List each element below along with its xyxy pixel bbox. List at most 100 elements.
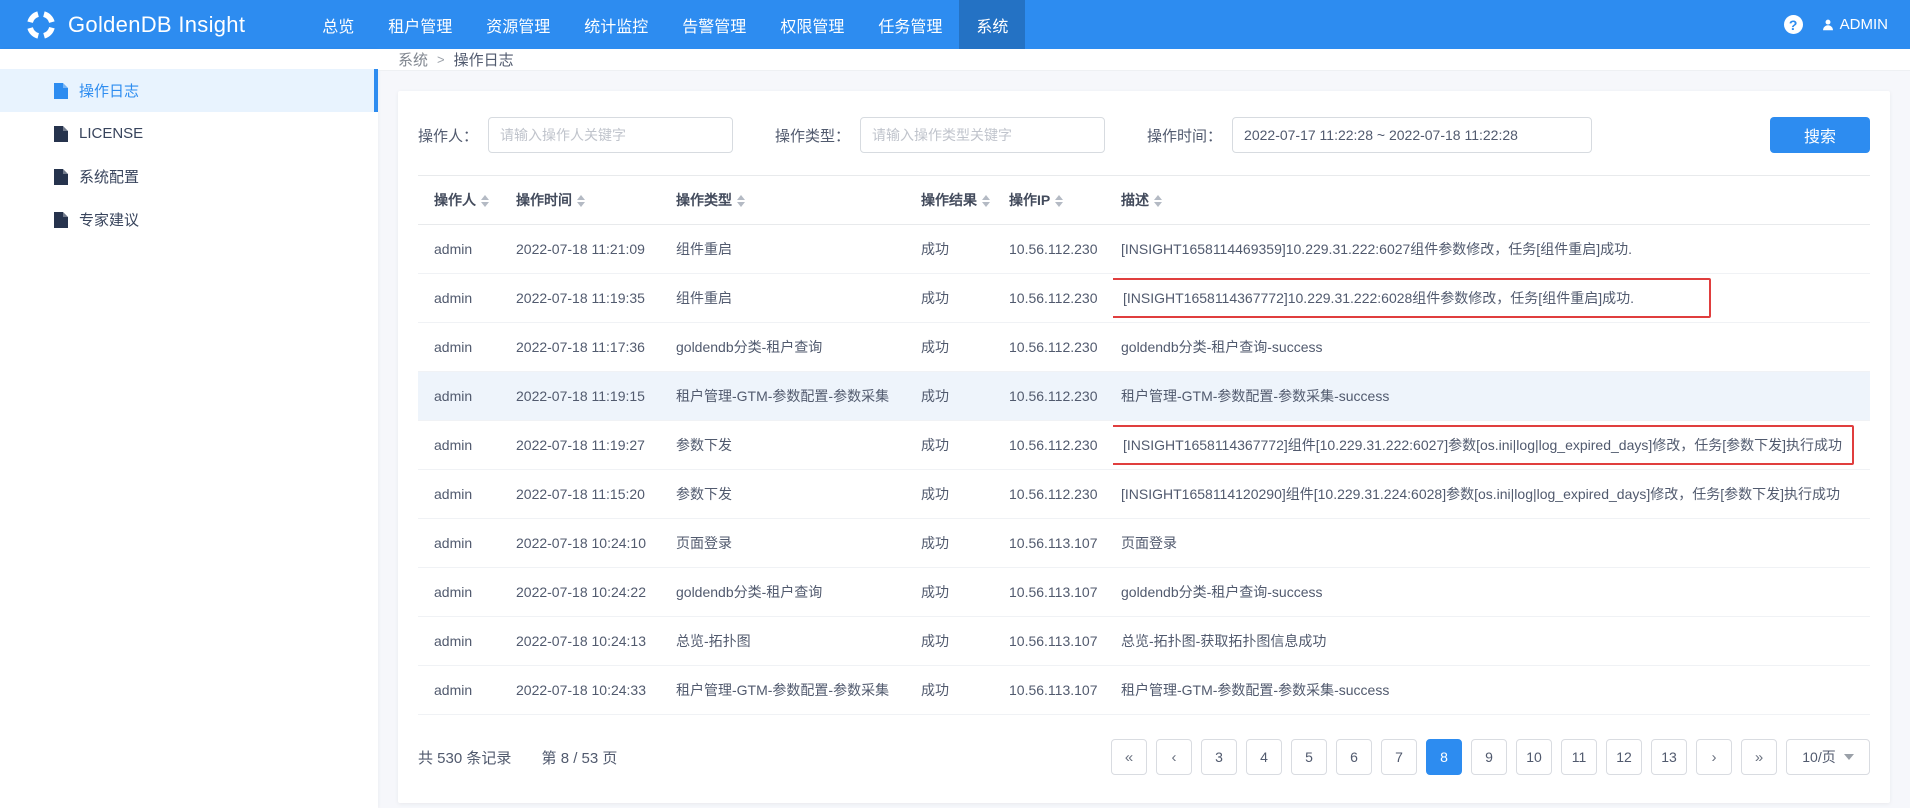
cell-ip: 10.56.112.230 [1001,322,1113,372]
cell-ip: 10.56.113.107 [1001,518,1113,568]
brand-name: GoldenDB Insight [68,11,246,37]
pagination: «‹ 3 4 5 6 7 8 9 10 11 12 13 ›» 10/页 [1111,739,1870,775]
search-button[interactable]: 搜索 [1770,117,1870,153]
cell-time: 2022-07-18 10:24:22 [508,567,668,617]
help-icon[interactable]: ? [1783,15,1803,34]
pagination-page-4[interactable]: 4 [1246,739,1282,775]
pagination-jump-prev[interactable]: « [1111,739,1147,775]
type-input[interactable] [860,117,1106,153]
table-row[interactable]: admin 2022-07-18 10:24:33 租户管理-GTM-参数配置-参数… [418,665,1870,715]
table-row[interactable]: admin 2022-07-18 10:24:10 页面登录 成功 10.56.113.… [418,518,1870,568]
column-label: 描述 [1121,192,1149,208]
pagination-page-12[interactable]: 12 [1606,739,1642,775]
nav-item-task-mgmt[interactable]: 任务管理 [861,0,959,49]
table-row[interactable]: admin 2022-07-18 11:21:09 组件重启 成功 10.56.112.… [418,224,1870,274]
cell-operator: admin [418,322,508,372]
table-row[interactable]: admin 2022-07-18 11:19:35 组件重启 成功 10.56.112.… [418,273,1870,323]
sidebar-item-expert-advice[interactable]: 专家建议 [0,198,378,241]
cell-desc: 页面登录 [1113,518,1870,568]
cell-result: 成功 [913,518,1001,568]
nav-item-overview[interactable]: 总览 [305,0,371,49]
pagination-page-9[interactable]: 9 [1471,739,1507,775]
cell-operator: admin [418,420,508,470]
type-filter: 操作类型： [775,117,1106,153]
pagination-page-7[interactable]: 7 [1381,739,1417,775]
cell-type: goldendb分类-租户查询 [668,322,913,372]
cell-desc: 租户管理-GTM-参数配置-参数采集-success [1113,665,1870,715]
cell-type: goldendb分类-租户查询 [668,567,913,617]
pagination-page-6[interactable]: 6 [1336,739,1372,775]
cell-operator: admin [418,371,508,421]
nav-item-permission-mgmt[interactable]: 权限管理 [763,0,861,49]
pagination-prev[interactable]: ‹ [1156,739,1192,775]
cell-type: 总览-拓扑图 [668,616,913,666]
table-row[interactable]: admin 2022-07-18 11:19:15 租户管理-GTM-参数配置-参数… [418,371,1870,421]
cell-operator: admin [418,273,508,323]
cell-time: 2022-07-18 10:24:10 [508,518,668,568]
record-summary: 共 530 条记录 第 8 / 53 页 [418,747,643,768]
nav-item-system[interactable]: 系统 [959,0,1026,49]
table-row[interactable]: admin 2022-07-18 11:15:20 参数下发 成功 10.56.112.… [418,469,1870,519]
cell-time: 2022-07-18 11:19:27 [508,420,668,470]
operation-log-table: 操作人 操作时间 操作类型 操作结果 操作IP 描述 admin 2022-07-18 11… [418,175,1870,715]
topbar-right: ? ADMIN [1783,15,1888,34]
sidebar-item-license[interactable]: LICENSE [0,112,378,155]
sort-icon[interactable] [1154,195,1162,208]
column-label: 操作类型 [676,192,732,208]
sort-icon[interactable] [982,195,990,208]
column-header-time[interactable]: 操作时间 [508,175,668,225]
pagination-page-3[interactable]: 3 [1201,739,1237,775]
sort-icon[interactable] [1055,195,1064,208]
sort-icon[interactable] [737,195,745,208]
cell-type: 页面登录 [668,518,913,568]
sidebar-item-label: LICENSE [79,125,144,142]
column-header-type[interactable]: 操作类型 [668,175,913,225]
cell-result: 成功 [913,322,1001,372]
sidebar-item-label: 系统配置 [79,169,140,186]
table-row[interactable]: admin 2022-07-18 10:24:13 总览-拓扑图 成功 10.56.11… [418,616,1870,666]
cell-ip: 10.56.112.230 [1001,273,1113,323]
description-text: [INSIGHT1658114367772]10.229.31.222:6028… [1113,278,1711,318]
cell-operator: admin [418,518,508,568]
cell-operator: admin [418,567,508,617]
cell-desc: goldendb分类-租户查询-success [1113,322,1870,372]
pagination-page-13[interactable]: 13 [1651,739,1687,775]
column-header-desc[interactable]: 描述 [1113,175,1870,225]
pagination-page-10[interactable]: 10 [1516,739,1552,775]
sort-icon[interactable] [481,195,489,208]
column-label: 操作IP [1009,192,1051,208]
pagination-page-11[interactable]: 11 [1561,739,1597,775]
page-size-select[interactable]: 10/页 [1786,739,1870,775]
cell-type: 组件重启 [668,273,913,323]
column-header-result[interactable]: 操作结果 [913,175,1001,225]
breadcrumb-item-system[interactable]: 系统 [398,49,428,70]
pagination-page-8[interactable]: 8 [1426,739,1462,775]
breadcrumb-separator-icon: > [437,52,445,67]
user-menu[interactable]: ADMIN [1821,16,1888,33]
sort-icon[interactable] [577,195,585,208]
nav-item-stats-monitor[interactable]: 统计监控 [567,0,665,49]
cell-ip: 10.56.113.107 [1001,665,1113,715]
operator-filter: 操作人： [418,117,734,153]
table-row[interactable]: admin 2022-07-18 11:19:27 参数下发 成功 10.56.112.… [418,420,1870,470]
cell-desc: 总览-拓扑图-获取拓扑图信息成功 [1113,616,1870,666]
time-range-input[interactable] [1232,117,1593,153]
sidebar-item-operation-log[interactable]: 操作日志 [0,69,378,112]
breadcrumb: 系统 > 操作日志 [378,49,1910,71]
pagination-page-5[interactable]: 5 [1291,739,1327,775]
operator-input[interactable] [488,117,734,153]
sidebar-item-system-config[interactable]: 系统配置 [0,155,378,198]
top-nav-bar: GoldenDB Insight 总览 租户管理 资源管理 统计监控 告警管理 权限管理任… [0,0,1910,49]
table-row[interactable]: admin 2022-07-18 10:24:22 goldendb分类-租户查询成… [418,567,1870,617]
description-text: [INSIGHT1658114469359]10.229.31.222:6027… [1121,241,1632,257]
column-header-ip[interactable]: 操作IP [1001,175,1113,225]
nav-item-tenant-mgmt[interactable]: 租户管理 [371,0,469,49]
nav-item-resource-mgmt[interactable]: 资源管理 [469,0,567,49]
pagination-next[interactable]: › [1696,739,1732,775]
column-header-operator[interactable]: 操作人 [418,175,508,225]
table-row[interactable]: admin 2022-07-18 11:17:36 goldendb分类-租户查询成… [418,322,1870,372]
filter-bar: 操作人： 操作类型： 操作时间： 搜索 [418,91,1870,175]
nav-item-alarm-mgmt[interactable]: 告警管理 [665,0,763,49]
pagination-jump-next[interactable]: » [1741,739,1777,775]
cell-result: 成功 [913,469,1001,519]
